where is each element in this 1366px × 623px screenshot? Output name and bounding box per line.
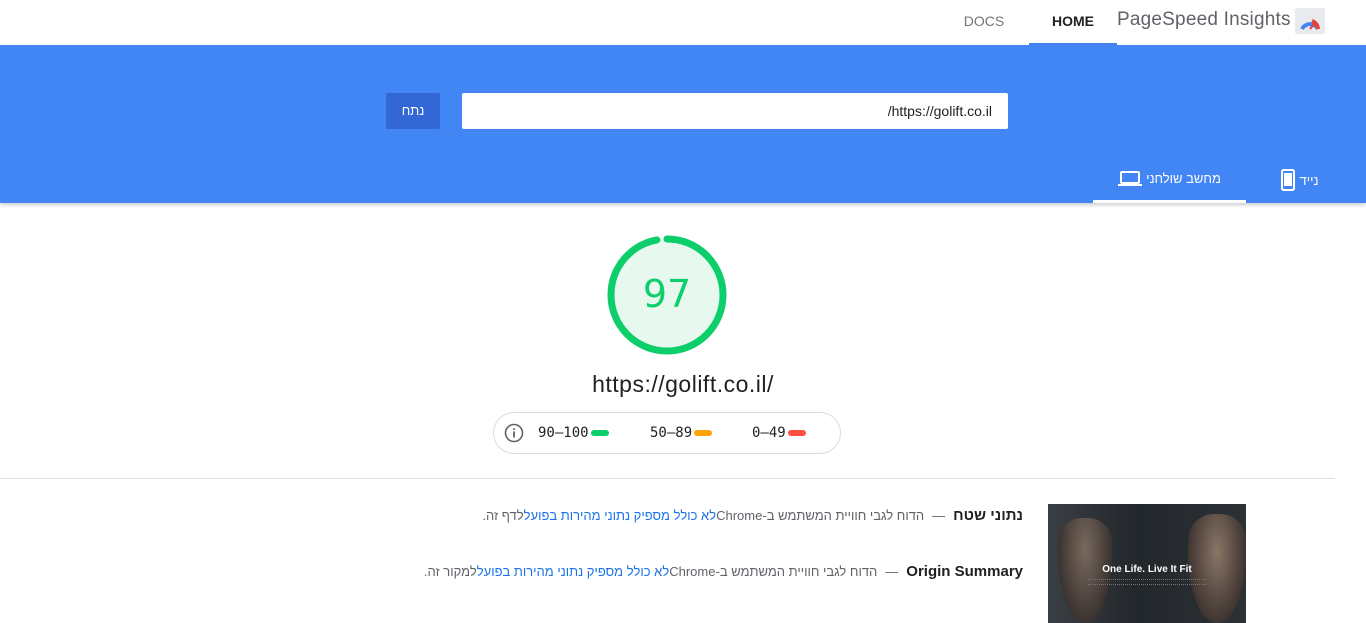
nav-docs-link[interactable]: DOCS — [950, 0, 1018, 45]
tab-desktop-label: מחשב שולחני — [1146, 171, 1221, 186]
mobile-phone-icon — [1281, 169, 1296, 191]
analyzed-url: https://golift.co.il/ — [592, 371, 774, 397]
tab-mobile[interactable]: נייד — [1262, 157, 1338, 203]
legend-poor: 0–49 — [752, 425, 806, 441]
origin-summary-row: Origin Summary — הדוח לגבי חוויית המשתמש… — [424, 561, 1023, 581]
desktop-icon — [1118, 170, 1143, 188]
top-bar: PageSpeed Insights HOME DOCS — [0, 0, 1366, 45]
legend-poor-range: 0–49 — [752, 425, 786, 441]
tab-desktop[interactable]: מחשב שולחני — [1093, 157, 1246, 203]
thumbnail-headline: One Life. Live It Fit — [1102, 564, 1192, 575]
nav-home-link[interactable]: HOME — [1029, 0, 1117, 45]
section-divider — [0, 478, 1335, 479]
url-input[interactable] — [462, 93, 1008, 129]
legend-poor-swatch — [787, 430, 806, 436]
legend-average: 50–89 — [650, 425, 713, 441]
origin-summary-link[interactable]: לא כולל מספיק נתוני מהירות בפועל — [477, 564, 670, 579]
field-data-row: נתוני שטח — הדוח לגבי חוויית המשתמש ב-Ch… — [482, 505, 1023, 525]
app-title: PageSpeed Insights — [1117, 9, 1291, 30]
page-screenshot-thumbnail: One Life. Live It Fit — [1048, 504, 1246, 623]
thumbnail-subtext-lines — [1088, 579, 1206, 585]
legend-average-range: 50–89 — [650, 425, 693, 441]
field-data-dash: — — [932, 507, 946, 523]
field-data-title: נתוני שטח — [953, 506, 1023, 524]
origin-summary-text-before: הדוח לגבי חוויית המשתמש ב-Chrome — [669, 563, 878, 579]
analyze-button[interactable]: נתח — [386, 93, 440, 129]
origin-summary-dash: — — [885, 563, 899, 579]
url-input-header: נתח מחשב שולחני נייד — [0, 45, 1366, 203]
performance-score-value: 97 — [642, 272, 692, 316]
legend-good: 90–100 — [538, 425, 609, 441]
legend-average-swatch — [694, 430, 713, 436]
legend-good-range: 90–100 — [538, 425, 589, 441]
origin-summary-text-after: למקור זה. — [423, 563, 477, 579]
field-data-text-after: לדף זה. — [482, 507, 524, 523]
score-legend: 90–100 50–89 0–49 — [493, 412, 841, 454]
field-data-text-before: הדוח לגבי חוויית המשתמש ב-Chrome — [716, 507, 925, 523]
info-icon[interactable] — [504, 423, 524, 443]
origin-summary-title: Origin Summary — [906, 562, 1023, 580]
field-data-link[interactable]: לא כולל מספיק נתוני מהירות בפועל — [524, 508, 717, 523]
pagespeed-logo-icon — [1295, 8, 1325, 34]
legend-good-swatch — [590, 430, 609, 436]
tab-mobile-label: נייד — [1299, 172, 1319, 188]
